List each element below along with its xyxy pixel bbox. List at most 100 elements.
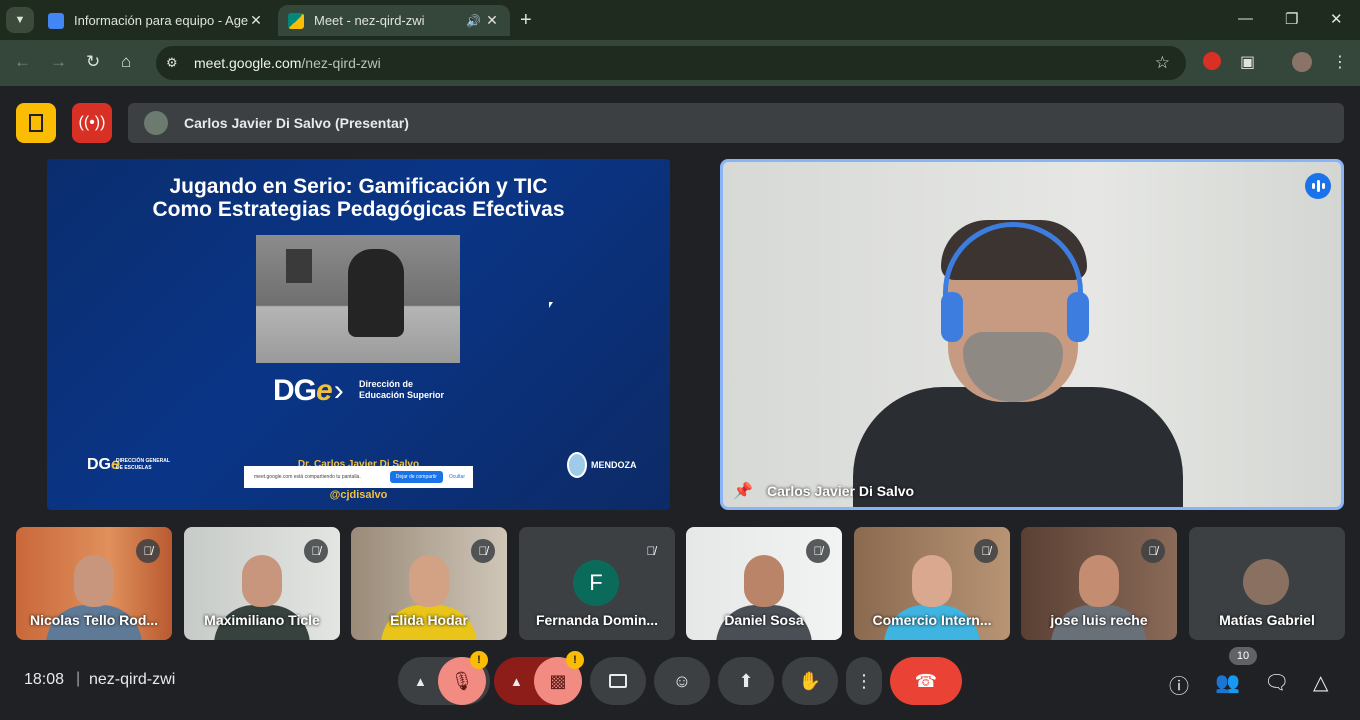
stop-sharing-button[interactable]: Dejar de compartir xyxy=(389,471,443,483)
new-tab-button[interactable]: + xyxy=(520,9,532,32)
extensions-puzzle-icon[interactable]: ▣ xyxy=(1240,52,1255,72)
participant-avatar: F xyxy=(573,560,619,606)
people-icon[interactable]: 👥 xyxy=(1215,670,1240,695)
pin-icon[interactable]: 📌 xyxy=(733,481,753,501)
speaker-name: Carlos Javier Di Salvo xyxy=(767,483,915,499)
maximize-icon[interactable]: ❐ xyxy=(1285,10,1298,28)
hide-button[interactable]: Ocultar xyxy=(449,474,465,480)
mic-off-icon: 🎙̸ xyxy=(639,539,663,563)
participant-tile[interactable]: 🎙̸ Nicolas Tello Rod... xyxy=(16,527,172,640)
screen-share-notice: meet.google.com está compartiendo tu pan… xyxy=(244,466,473,488)
participant-avatar xyxy=(1243,559,1289,605)
seal-icon xyxy=(567,452,587,478)
forward-icon[interactable]: → xyxy=(50,52,67,72)
close-icon[interactable]: ✕ xyxy=(248,12,264,29)
dge-logo-subtitle: Dirección de Educación Superior xyxy=(359,379,445,400)
mic-off-icon: 🎙̸ xyxy=(806,539,830,563)
participant-tile[interactable]: 🎙̸ jose luis reche xyxy=(1021,527,1177,640)
presented-slide: Jugando en Serio: Gamificación y TIC Com… xyxy=(47,159,670,510)
participant-name: Maximiliano Ticle xyxy=(204,612,320,628)
warning-icon: ! xyxy=(470,651,488,669)
video-options-button[interactable]: ▲ ▩ ! xyxy=(494,651,584,705)
profile-avatar[interactable] xyxy=(1292,52,1312,77)
extension-hand-icon[interactable] xyxy=(1203,52,1221,75)
bookmark-star-icon[interactable]: ☆ xyxy=(1155,53,1170,73)
cursor-icon xyxy=(549,302,553,308)
captions-button[interactable] xyxy=(590,657,646,705)
door-icon xyxy=(29,114,43,132)
mic-off-icon: 🎙̸ xyxy=(1141,539,1165,563)
participant-tile[interactable]: Matías Gabriel xyxy=(1189,527,1345,640)
reload-icon[interactable]: ↻ xyxy=(86,52,100,72)
meet-app: ((•)) Carlos Javier Di Salvo (Presentar)… xyxy=(0,86,1360,720)
captions-icon xyxy=(609,674,627,688)
activities-icon[interactable]: △ xyxy=(1313,670,1328,695)
meeting-code: nez-qird-zwi xyxy=(89,671,176,688)
tab-meet[interactable]: Meet - nez-qird-zwi 🔊 ✕ xyxy=(278,5,510,36)
tab-docs[interactable]: Información para equipo - Agen ✕ xyxy=(38,5,274,36)
url-text: meet.google.com/nez-qird-zwi xyxy=(194,55,381,71)
avatar xyxy=(144,111,168,135)
speaker-tile[interactable]: 📌 Carlos Javier Di Salvo xyxy=(720,159,1344,510)
participant-tile[interactable]: 🎙̸ Elida Hodar xyxy=(351,527,507,640)
reactions-button[interactable]: ☺ xyxy=(654,657,710,705)
audio-options-button[interactable]: ▲ 🎙 ! xyxy=(398,651,490,705)
more-vert-icon: ⋮ xyxy=(855,670,873,691)
live-stream-button[interactable]: ((•)) xyxy=(72,103,112,143)
tab-title: Meet - nez-qird-zwi xyxy=(314,13,425,28)
presenter-label: Carlos Javier Di Salvo (Presentar) xyxy=(184,115,409,131)
control-bar: 18:08 | nez-qird-zwi ▲ 🎙 ! ▲ ▩ ! ☺ ⬆ ✋ ⋮… xyxy=(0,640,1360,720)
raise-hand-button[interactable]: ✋ xyxy=(782,657,838,705)
address-bar[interactable]: ⚙ meet.google.com/nez-qird-zwi ☆ xyxy=(156,46,1186,80)
slide-photo xyxy=(256,235,460,363)
participant-name: Matías Gabriel xyxy=(1219,612,1315,628)
mic-icon: 🎙 xyxy=(450,670,474,691)
minimize-icon[interactable]: — xyxy=(1238,10,1253,27)
hand-icon: ✋ xyxy=(798,670,822,691)
chevron-down-icon: ▼ xyxy=(14,14,26,26)
slide-handle: @cjdisalvo xyxy=(329,489,388,501)
close-window-icon[interactable]: ✕ xyxy=(1330,10,1343,28)
home-icon[interactable]: ⌂ xyxy=(121,52,131,72)
site-info-icon[interactable]: ⚙ xyxy=(166,55,188,71)
meet-icon xyxy=(288,12,304,29)
browser-tabstrip: ▼ Información para equipo - Agen ✕ Meet … xyxy=(0,0,1360,40)
present-button[interactable]: ⬆ xyxy=(718,657,774,705)
mic-off-icon: 🎙̸ xyxy=(471,539,495,563)
tab-search-button[interactable]: ▼ xyxy=(6,7,34,33)
speaker-icon[interactable]: 🔊 xyxy=(466,14,484,28)
participant-tile[interactable]: 🎙̸ Daniel Sosa xyxy=(686,527,842,640)
mendoza-logo: MENDOZA xyxy=(567,452,637,478)
warning-icon: ! xyxy=(566,651,584,669)
back-icon[interactable]: ← xyxy=(14,52,31,72)
meeting-time: 18:08 xyxy=(24,671,65,688)
participant-tile[interactable]: 🎙̸ Maximiliano Ticle xyxy=(184,527,340,640)
divider: | xyxy=(76,670,81,687)
end-call-icon: ☎ xyxy=(914,670,938,691)
presentation-bar: Carlos Javier Di Salvo (Presentar) xyxy=(128,103,1344,143)
chat-icon[interactable]: 🗨 xyxy=(1264,670,1289,695)
mic-off-icon: 🎙̸ xyxy=(136,539,160,563)
present-screen-icon: ⬆ xyxy=(738,670,754,691)
companion-mode-button[interactable] xyxy=(16,103,56,143)
more-options-button[interactable]: ⋮ xyxy=(846,657,882,705)
participant-name: Fernanda Domin... xyxy=(535,612,659,628)
browser-menu-icon[interactable]: ⋮ xyxy=(1332,52,1348,72)
audio-level-icon xyxy=(1305,173,1331,199)
slide-title-line2: Como Estrategias Pedagógicas Efectivas xyxy=(152,198,565,221)
participant-strip: 🎙̸ Nicolas Tello Rod... 🎙̸ Maximiliano T… xyxy=(16,527,1345,640)
meeting-info-icon[interactable]: ⓘ xyxy=(1169,670,1189,699)
participant-tile[interactable]: F 🎙̸ Fernanda Domin... xyxy=(519,527,675,640)
leave-call-button[interactable]: ☎ xyxy=(890,657,962,705)
broadcast-icon: ((•)) xyxy=(78,114,106,131)
mic-off-icon: 🎙̸ xyxy=(304,539,328,563)
participant-tile[interactable]: 🎙̸ Comercio Intern... xyxy=(854,527,1010,640)
dge-logo: DGe› xyxy=(273,374,344,407)
chevron-up-icon: ▲ xyxy=(414,673,427,689)
mic-off-icon: 🎙̸ xyxy=(974,539,998,563)
docs-icon xyxy=(48,12,64,29)
participant-name: Daniel Sosa xyxy=(724,612,804,628)
participant-name: Elida Hodar xyxy=(390,612,468,628)
tab-title: Información para equipo - Agen xyxy=(74,13,248,28)
close-icon[interactable]: ✕ xyxy=(484,12,500,29)
